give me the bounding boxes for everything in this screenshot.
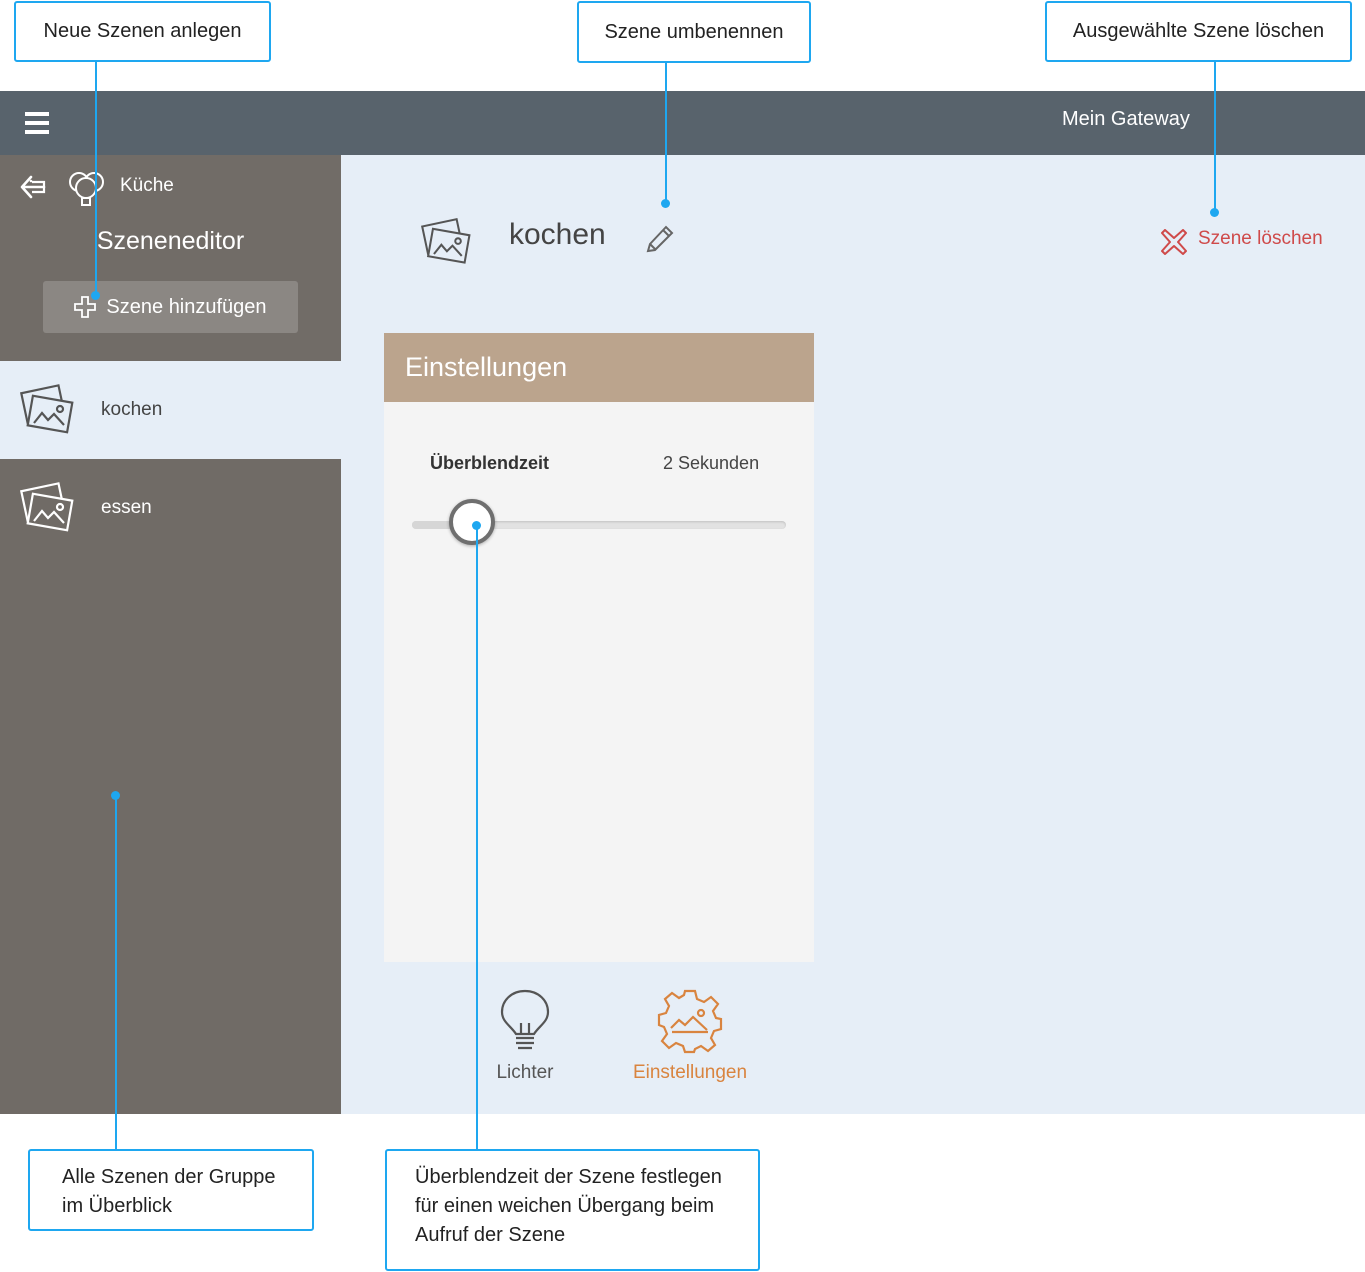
callout-fade-time: Überblendzeit der Szene festlegen für ei… xyxy=(385,1149,760,1271)
fade-time-label: Überblendzeit xyxy=(430,453,550,473)
lightbulb-icon xyxy=(500,989,550,1050)
callout-rename-text: Szene umbenennen xyxy=(604,20,784,43)
callout-fade-line: für einen weichen Übergang beim xyxy=(415,1195,715,1217)
callout-dot xyxy=(472,521,481,530)
gateway-title: Mein Gateway xyxy=(1062,108,1190,130)
bulb-group-icon xyxy=(69,172,104,206)
callout-new-scenes-text: Neue Szenen anlegen xyxy=(43,20,242,42)
group-name: Küche xyxy=(120,175,174,196)
callout-line xyxy=(95,62,97,294)
scene-list-item-label: essen xyxy=(101,497,152,518)
arrow-left-icon[interactable] xyxy=(19,174,47,200)
scene-image-icon xyxy=(20,482,74,532)
callout-fade-line: Aufruf der Szene xyxy=(415,1224,566,1246)
callout-line xyxy=(115,797,117,1149)
callout-dot xyxy=(661,199,670,208)
scene-list-item-label: kochen xyxy=(101,399,163,420)
add-scene-button[interactable]: Szene hinzufügen xyxy=(43,281,298,333)
close-icon[interactable] xyxy=(1161,229,1187,255)
settings-panel xyxy=(384,333,814,962)
callout-line xyxy=(665,63,667,203)
scene-image-icon xyxy=(421,217,471,264)
scene-list-item-kochen[interactable]: kochen xyxy=(0,361,341,459)
gear-scene-icon xyxy=(657,989,723,1054)
scene-list-item-essen[interactable]: essen xyxy=(0,459,341,557)
callout-overview-line: im Überblick xyxy=(62,1195,173,1217)
callout-line xyxy=(476,527,478,1149)
callout-dot xyxy=(1210,208,1219,217)
callout-overview: Alle Szenen der Gruppe im Überblick xyxy=(28,1149,314,1231)
tab-lights[interactable]: Lichter xyxy=(485,988,565,1084)
add-scene-label: Szene hinzufügen xyxy=(106,295,267,318)
tab-settings-label: Einstellungen xyxy=(632,1062,748,1083)
hamburger-icon[interactable] xyxy=(25,112,49,134)
pencil-icon[interactable] xyxy=(644,222,676,254)
delete-scene-button[interactable]: Szene löschen xyxy=(1198,228,1323,250)
settings-panel-title: Einstellungen xyxy=(405,352,568,382)
tab-lights-label: Lichter xyxy=(496,1062,554,1083)
callout-dot xyxy=(111,791,120,800)
tab-settings[interactable]: Einstellungen xyxy=(620,988,760,1084)
callout-fade-line: Überblendzeit der Szene festlegen xyxy=(415,1166,722,1188)
callout-overview-line: Alle Szenen der Gruppe xyxy=(62,1166,276,1188)
callout-delete-text: Ausgewählte Szene löschen xyxy=(1072,20,1325,42)
callout-delete: Ausgewählte Szene löschen xyxy=(1045,1,1352,62)
callout-rename: Szene umbenennen xyxy=(577,1,811,63)
callout-dot xyxy=(91,291,100,300)
page-title: Szeneneditor xyxy=(96,227,245,255)
fade-time-value: 2 Sekunden xyxy=(663,453,760,473)
scene-name: kochen xyxy=(509,218,606,251)
scene-image-icon xyxy=(20,384,74,434)
callout-line xyxy=(1214,62,1216,212)
callout-new-scenes: Neue Szenen anlegen xyxy=(14,1,271,62)
